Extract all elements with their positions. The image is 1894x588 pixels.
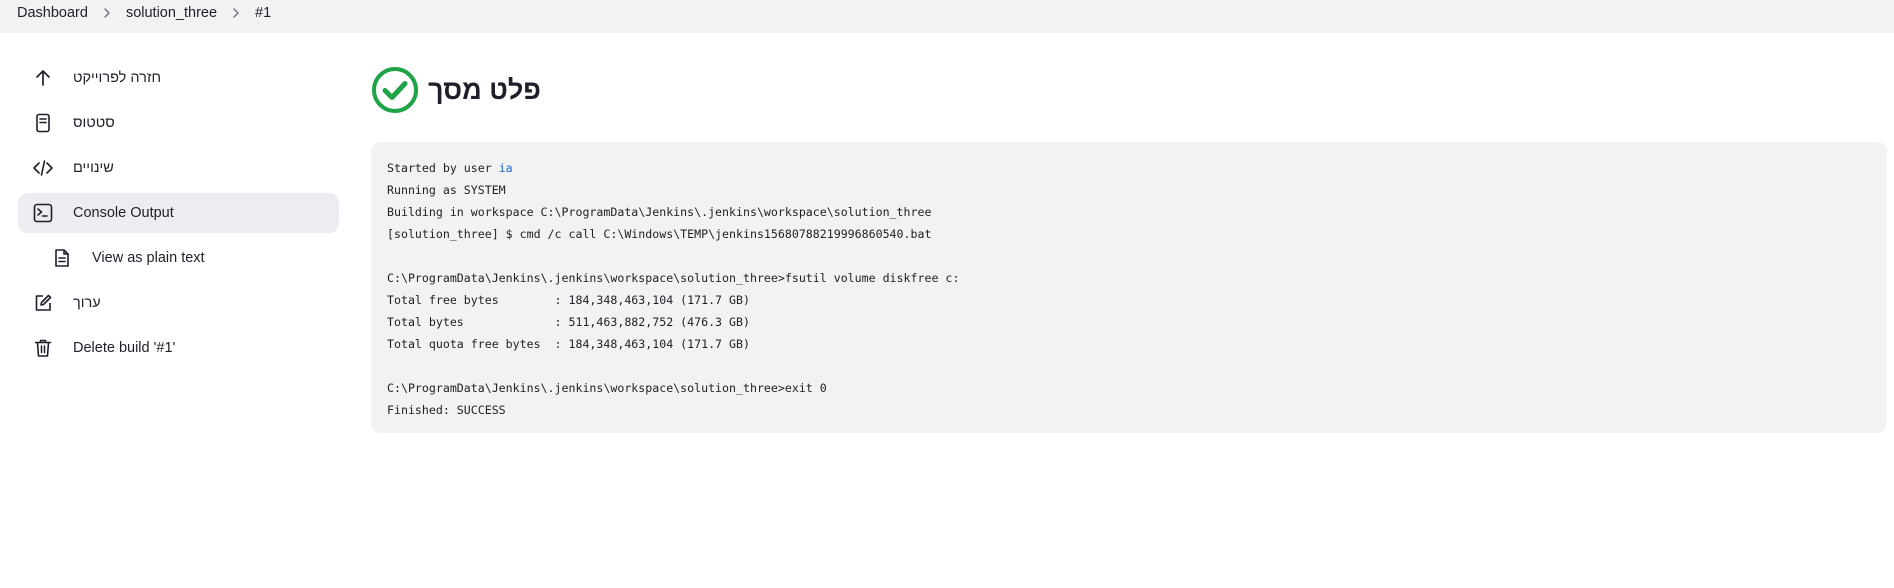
trash-icon — [32, 337, 54, 359]
code-icon — [32, 157, 54, 179]
document-icon — [32, 112, 54, 134]
chevron-right-icon — [88, 4, 126, 22]
chevron-right-icon — [217, 4, 255, 22]
sidebar-item-label: Console Output — [73, 205, 174, 221]
page-title: פלט מסך — [428, 74, 541, 105]
breadcrumb-bar: Dashboard solution_three #1 — [0, 0, 1894, 33]
sidebar-item-view-plain-text[interactable]: View as plain text — [18, 238, 339, 278]
console-started-by: Started by user — [387, 161, 499, 175]
breadcrumb-dashboard[interactable]: Dashboard — [17, 3, 88, 23]
breadcrumb-build[interactable]: #1 — [255, 3, 271, 23]
sidebar-item-edit[interactable]: ערוך — [18, 283, 339, 323]
sidebar-item-changes[interactable]: שינויים — [18, 148, 339, 188]
sidebar-item-delete-build[interactable]: Delete build '#1' — [18, 328, 339, 368]
file-text-icon — [51, 247, 73, 269]
side-panel: חזרה לפרוייקט סטטוס שינויים Console Outp… — [18, 58, 339, 373]
sidebar-item-label: ערוך — [73, 295, 101, 311]
sidebar-item-label: סטטוס — [73, 115, 115, 131]
console-user-link[interactable]: ia — [499, 161, 513, 175]
sidebar-item-console-output[interactable]: Console Output — [18, 193, 339, 233]
terminal-icon — [32, 202, 54, 224]
sidebar-item-back-to-project[interactable]: חזרה לפרוייקט — [18, 58, 339, 98]
breadcrumb-project[interactable]: solution_three — [126, 3, 217, 23]
console-log-body: Running as SYSTEM Building in workspace … — [387, 183, 960, 417]
sidebar-item-label: שינויים — [73, 160, 114, 176]
console-output-panel: Started by user ia Running as SYSTEM Bui… — [371, 142, 1887, 433]
sidebar-item-status[interactable]: סטטוס — [18, 103, 339, 143]
arrow-up-icon — [32, 67, 54, 89]
success-check-icon — [372, 67, 418, 113]
sidebar-item-label: Delete build '#1' — [73, 340, 176, 356]
edit-icon — [32, 292, 54, 314]
sidebar-item-label: View as plain text — [92, 250, 205, 266]
breadcrumb: Dashboard solution_three #1 — [17, 3, 271, 23]
console-log: Started by user ia Running as SYSTEM Bui… — [387, 157, 1871, 421]
page-header: פלט מסך — [371, 66, 541, 114]
sidebar-item-label: חזרה לפרוייקט — [73, 70, 162, 86]
